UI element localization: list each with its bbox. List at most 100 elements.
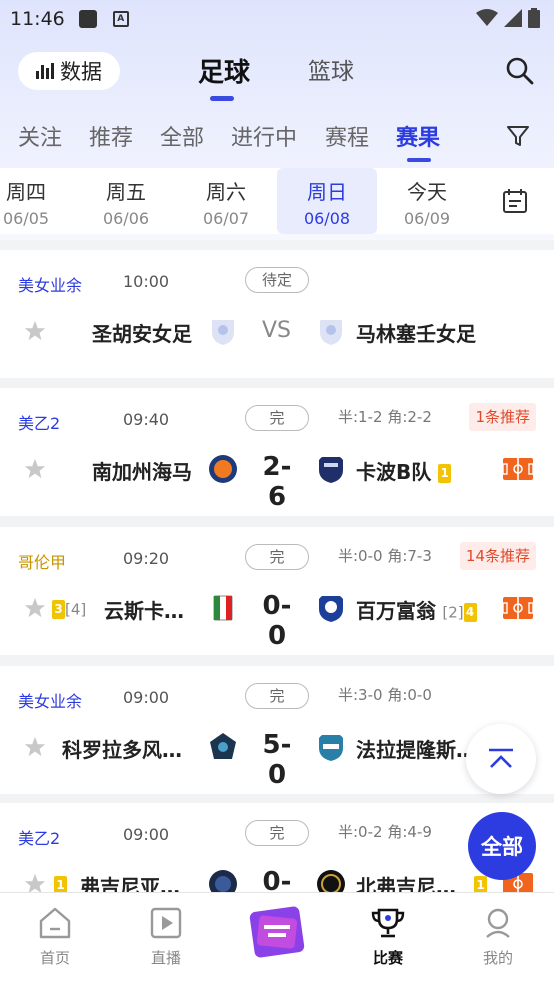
status-bar: 11:46 A [0,0,554,38]
subtab-recommend[interactable]: 推荐 [89,120,133,152]
date-selector: 周四 06/05 周五 06/06 周六 06/07 周日 06/08 今天 06/09 [0,168,554,234]
yellow-card-count: 4 [463,603,477,622]
subtab-schedule[interactable]: 赛程 [325,120,369,152]
match-card[interactable]: 美乙2 09:40 完 半:1-2 角:2-2 1条推荐 南加州海马 2-6 卡… [0,388,554,516]
filter-icon[interactable] [506,124,530,148]
match-status: 完 [245,544,309,570]
battery-icon [528,8,540,28]
final-score: 0-0 [262,591,292,651]
match-status: 完 [245,683,309,709]
away-team: 卡波B队 1 [356,456,452,485]
play-icon [150,907,182,939]
subtab-live[interactable]: 进行中 [231,120,297,152]
home-card-rank: 3 [4] [52,599,86,619]
yellow-card-count: 1 [54,876,67,892]
trophy-icon [371,908,405,938]
star-icon[interactable] [24,458,46,480]
half-time-corners: 半:0-2 角:4-9 [338,823,432,841]
date-thu[interactable]: 周四 06/05 [0,168,76,234]
tab-indicator [210,96,234,101]
versus-label: VS [262,318,292,343]
match-status: 完 [245,820,309,846]
signal-icon [504,9,522,27]
home-icon [39,907,71,939]
half-time-corners: 半:1-2 角:2-2 [338,408,432,426]
home-team: 科罗拉多风… [62,738,182,762]
wifi-icon [476,9,498,26]
league-name: 美乙2 [18,414,61,433]
away-rank: [2] [442,603,464,622]
recommendation-badge[interactable]: 14条推荐 [459,542,536,570]
league-name: 美女业余 [18,276,83,295]
match-card[interactable]: 美女业余 10:00 待定 圣胡安女足 VS 马林塞壬女足 [0,250,554,378]
date-day: 周四 [6,180,46,204]
kickoff-time: 09:20 [123,549,170,568]
half-time-corners: 半:0-0 角:7-3 [338,547,432,565]
tab-label: 我的 [482,949,513,967]
league-name: 美女业余 [18,692,83,711]
calendar-icon[interactable] [502,188,528,214]
date-date: 06/06 [102,209,150,228]
date-date: 06/07 [202,209,250,228]
home-team-logo-icon [213,595,233,621]
kickoff-time: 09:00 [123,825,170,844]
subtab-all[interactable]: 全部 [160,120,204,152]
search-icon[interactable] [505,56,535,86]
match-status: 待定 [245,267,309,293]
home-team: 弗吉尼亚… [80,875,180,892]
date-today[interactable]: 今天 06/09 [377,168,477,234]
home-team: 云斯卡… [104,599,184,623]
data-button[interactable]: 数据 [18,52,120,90]
half-time-corners: 半:3-0 角:0-0 [338,686,432,704]
star-icon[interactable] [24,873,46,892]
yellow-card-count: 1 [474,876,487,892]
date-sun[interactable]: 周日 06/08 [277,168,377,234]
tab-matches[interactable]: 比赛 [348,907,428,968]
away-team-logo-icon [320,320,342,345]
kickoff-time: 10:00 [123,272,170,291]
tab-basketball[interactable]: 篮球 [308,52,354,86]
star-icon[interactable] [24,320,46,342]
tab-live[interactable]: 直播 [126,907,206,968]
bar-chart-icon [36,63,54,79]
tab-label: 首页 [39,949,70,967]
final-score: 0-4 [262,867,292,892]
home-team: 圣胡安女足 [92,322,192,346]
home-team: 南加州海马 [92,460,192,484]
match-row: 3 [4] 云斯卡… 0-0 百万富翁 [2] 4 [0,591,554,651]
subtab-results[interactable]: 赛果 [396,120,440,152]
tab-promo[interactable] [237,901,317,969]
away-team-logo-icon [319,735,343,761]
star-icon[interactable] [24,736,46,758]
match-row: 圣胡安女足 VS 马林塞壬女足 [0,314,554,354]
away-card: 1 [474,875,487,892]
pitch-icon[interactable] [503,458,533,480]
tab-profile[interactable]: 我的 [458,907,538,968]
kickoff-time: 09:00 [123,688,170,707]
home-team-logo-icon [212,320,234,345]
promo-banner-icon [249,906,305,958]
away-team: 马林塞壬女足 [356,322,476,346]
pitch-icon[interactable] [503,597,533,619]
league-name: 美乙2 [18,829,61,848]
star-icon[interactable] [24,597,46,619]
date-date: 06/09 [403,209,451,228]
tab-home[interactable]: 首页 [15,907,95,968]
home-card: 1 [54,875,67,892]
date-sat[interactable]: 周六 06/07 [176,168,276,234]
match-card[interactable]: 哥伦甲 09:20 完 半:0-0 角:7-3 14条推荐 3 [4] 云斯卡… … [0,527,554,655]
recommendation-badge[interactable]: 1条推荐 [469,403,536,431]
away-team: 法拉提隆斯… [356,738,476,762]
match-status: 完 [245,405,309,431]
subtab-follow[interactable]: 关注 [18,120,62,152]
date-date: 06/08 [303,209,351,228]
away-team: 北弗吉尼… [356,875,456,892]
away-team: 百万富翁 [2] 4 [356,595,477,624]
scroll-to-top-button[interactable] [466,724,536,794]
away-team-logo-icon [319,457,343,483]
date-fri[interactable]: 周五 06/06 [76,168,176,234]
away-team-name: 卡波B队 [356,460,432,484]
tab-football[interactable]: 足球 [198,52,250,89]
all-filter-button[interactable]: 全部 [468,812,536,880]
home-team-logo-icon [209,870,237,892]
